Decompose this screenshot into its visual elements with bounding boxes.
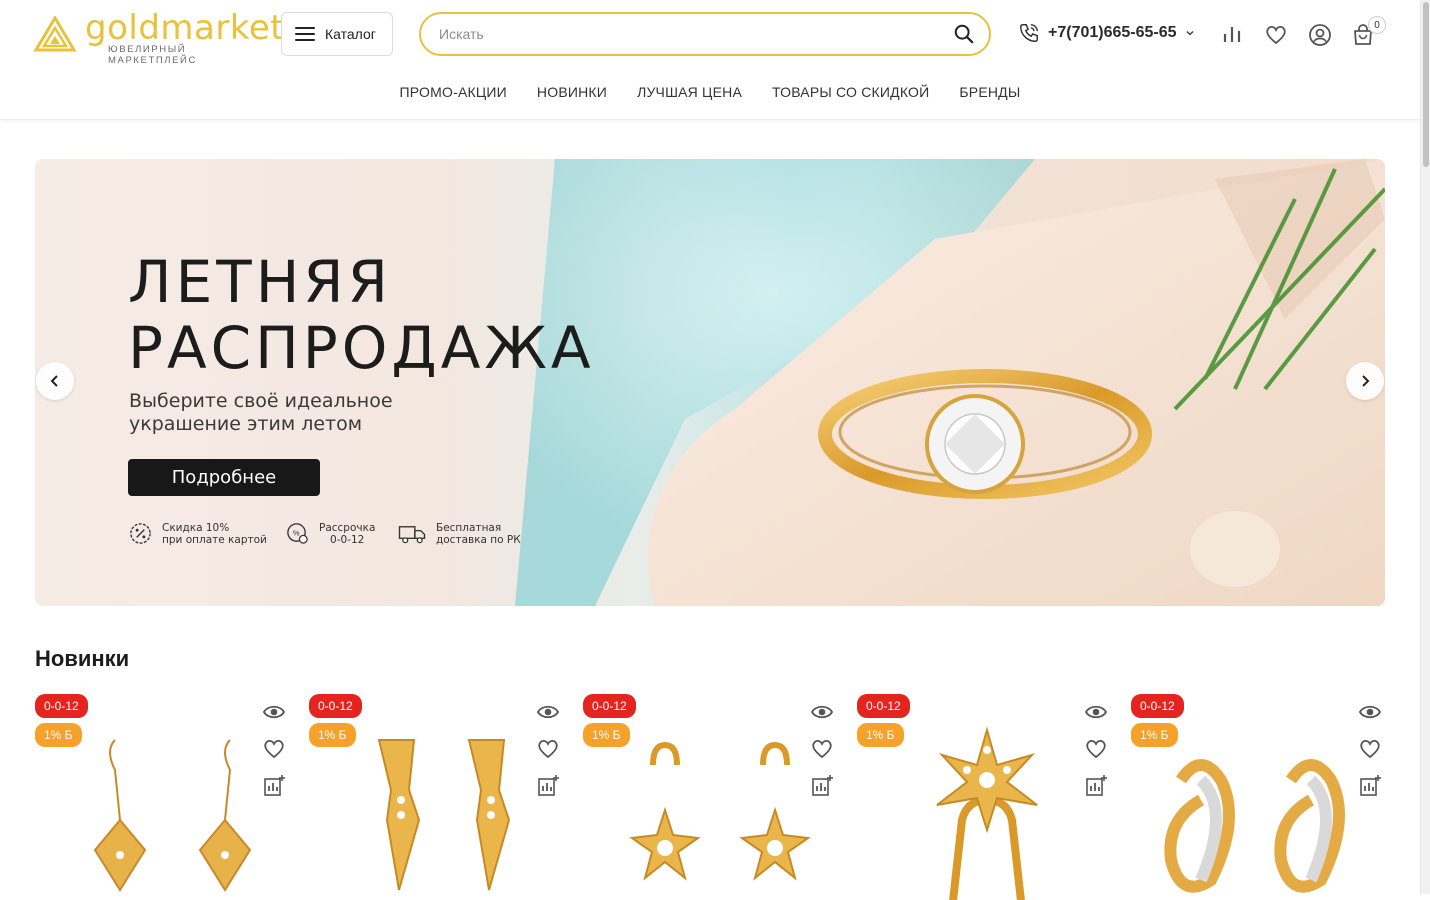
feature-delivery: Бесплатная доставка по РК (397, 521, 521, 546)
compare-icon[interactable] (536, 774, 560, 798)
truck-icon (398, 526, 426, 544)
bonus-badge: 1% Б (583, 723, 630, 747)
bonus-badge: 1% Б (1131, 723, 1178, 747)
feature-installment: % Рассрочка 0-0-12 (285, 521, 375, 546)
cart-count-badge: 0 (1368, 16, 1386, 34)
banner-subtitle: Выберите своё идеальное украшение этим л… (129, 390, 393, 435)
banner-more-button[interactable]: Подробнее (128, 459, 320, 496)
heart-icon[interactable] (1263, 22, 1289, 48)
feature-delivery-line2: доставка по РК (436, 533, 521, 546)
eye-icon[interactable] (1084, 700, 1108, 724)
eye-icon[interactable] (262, 700, 286, 724)
main-nav: ПРОМО-АКЦИИ НОВИНКИ ЛУЧШАЯ ЦЕНА ТОВАРЫ С… (0, 84, 1420, 100)
logo-wordmark: goldmarket (85, 8, 285, 48)
banner-prev-button[interactable] (36, 362, 74, 400)
banner-title-line2: РАСПРОДАЖА (128, 314, 595, 382)
banner-title: ЛЕТНЯЯ РАСПРОДАЖА (128, 249, 595, 381)
search-input[interactable] (439, 26, 953, 42)
feature-discount-line2: при оплате картой (162, 533, 267, 546)
discount-icon (130, 523, 151, 544)
product-card[interactable]: 0-0-12 1% Б (857, 690, 1112, 900)
chevron-right-icon (1362, 375, 1370, 387)
installment-icon: % (287, 523, 308, 544)
catalog-button[interactable]: Каталог (281, 12, 393, 56)
installment-badge: 0-0-12 (857, 694, 910, 718)
eye-icon[interactable] (536, 700, 560, 724)
nav-item-discount[interactable]: ТОВАРЫ СО СКИДКОЙ (772, 84, 929, 100)
phone-number: +7(701)665-65-65 (1048, 24, 1177, 41)
feature-delivery-line1: Бесплатная (436, 521, 502, 534)
compare-icon[interactable] (1084, 774, 1108, 798)
chevron-left-icon (50, 375, 58, 387)
product-card[interactable]: 0-0-12 1% Б (1131, 690, 1386, 900)
feature-installment-line1: Рассрочка (319, 521, 376, 534)
installment-badge: 0-0-12 (309, 694, 362, 718)
product-card[interactable]: 0-0-12 1% Б (35, 690, 290, 900)
logo[interactable]: goldmarket ЮВЕЛИРНЫЙ МАРКЕТПЛЕЙС (34, 8, 284, 66)
installment-badge: 0-0-12 (583, 694, 636, 718)
menu-icon (295, 27, 315, 41)
compare-icon[interactable] (262, 774, 286, 798)
nav-item-brands[interactable]: БРЕНДЫ (959, 84, 1020, 100)
user-icon[interactable] (1307, 22, 1333, 48)
feature-discount: Скидка 10% при оплате картой (128, 521, 267, 546)
compare-icon[interactable] (1219, 22, 1245, 48)
eye-icon[interactable] (1358, 700, 1382, 724)
compare-icon[interactable] (810, 774, 834, 798)
feature-discount-line1: Скидка 10% (162, 521, 230, 534)
bonus-badge: 1% Б (857, 723, 904, 747)
svg-text:%: % (293, 528, 300, 537)
bonus-badge: 1% Б (35, 723, 82, 747)
phone-contact[interactable]: +7(701)665-65-65 (1018, 22, 1195, 44)
banner-title-line1: ЛЕТНЯЯ (128, 248, 392, 316)
heart-icon[interactable] (1358, 737, 1382, 761)
nav-item-new[interactable]: НОВИНКИ (537, 84, 607, 100)
bonus-badge: 1% Б (309, 723, 356, 747)
heart-icon[interactable] (536, 737, 560, 761)
search-icon[interactable] (953, 23, 975, 45)
feature-installment-line2: 0-0-12 (330, 533, 365, 546)
installment-badge: 0-0-12 (1131, 694, 1184, 718)
scrollbar-thumb[interactable] (1423, 2, 1429, 167)
page-scrollbar[interactable] (1420, 0, 1430, 894)
nav-item-promo[interactable]: ПРОМО-АКЦИИ (400, 84, 507, 100)
product-card[interactable]: 0-0-12 1% Б (309, 690, 564, 900)
product-card[interactable]: 0-0-12 1% Б (583, 690, 838, 900)
installment-badge: 0-0-12 (35, 694, 88, 718)
catalog-label: Каталог (325, 26, 376, 42)
heart-icon[interactable] (262, 737, 286, 761)
nav-item-best-price[interactable]: ЛУЧШАЯ ЦЕНА (637, 84, 742, 100)
search-bar (419, 12, 991, 56)
eye-icon[interactable] (810, 700, 834, 724)
hero-banner[interactable]: ЛЕТНЯЯ РАСПРОДАЖА Выберите своё идеально… (35, 159, 1385, 606)
chevron-down-icon (1186, 31, 1194, 36)
heart-icon[interactable] (1084, 737, 1108, 761)
banner-next-button[interactable] (1346, 362, 1384, 400)
logo-icon (34, 16, 76, 52)
section-title-new: Новинки (35, 646, 130, 671)
phone-icon (1020, 24, 1038, 42)
logo-tagline: ЮВЕЛИРНЫЙ МАРКЕТПЛЕЙС (108, 44, 197, 66)
heart-icon[interactable] (810, 737, 834, 761)
compare-icon[interactable] (1358, 774, 1382, 798)
site-header: goldmarket ЮВЕЛИРНЫЙ МАРКЕТПЛЕЙС Каталог… (0, 0, 1420, 120)
